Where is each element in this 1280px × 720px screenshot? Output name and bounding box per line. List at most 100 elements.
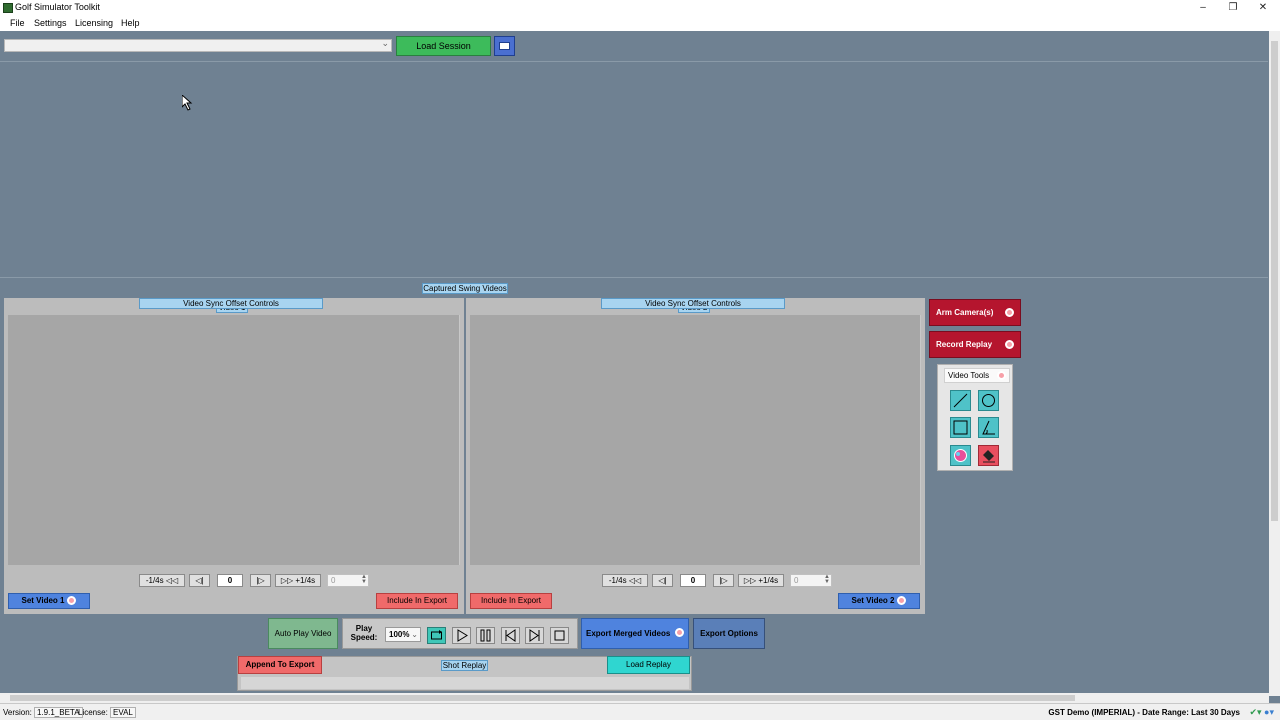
minimize-icon[interactable]: –: [1188, 0, 1218, 16]
back-quarter-label: -1/4s: [608, 576, 627, 585]
record-icon: [1005, 340, 1014, 349]
shot-replay-area[interactable]: [241, 677, 689, 689]
stop-icon[interactable]: [550, 627, 569, 644]
rectangle-tool-icon[interactable]: [950, 417, 971, 438]
arm-cameras-button[interactable]: Arm Camera(s): [929, 299, 1021, 326]
eraser-icon[interactable]: [978, 445, 999, 466]
record-icon: [997, 371, 1006, 380]
id-card-button[interactable]: [494, 36, 515, 56]
video-2-panel: Video 2 -1/4s ◁◁ ◁| 0 |▷ ▷▷ +1/4s 0 ▲▼: [466, 298, 925, 614]
version-value: 1.9.1_BETA: [34, 707, 83, 718]
auto-play-video-button[interactable]: Auto Play Video: [268, 618, 338, 649]
play-speed-label: Play Speed:: [350, 624, 378, 642]
color-picker-icon[interactable]: [950, 445, 971, 466]
video-1-sync-controls[interactable]: Video Sync Offset Controls: [139, 298, 323, 309]
menu-bar: File Settings Licensing Help: [0, 16, 1280, 31]
record-icon: [67, 596, 77, 606]
license-label: License:: [78, 708, 108, 717]
step-forward-icon[interactable]: [525, 627, 544, 644]
video-1-nav: -1/4s ◁◁ ◁| 0 |▷ ▷▷ +1/4s 0 ▲ ▼: [139, 574, 379, 587]
load-replay-button[interactable]: Load Replay: [607, 656, 690, 674]
video-1-fwd-quarter-button[interactable]: ▷▷ +1/4s: [275, 574, 321, 587]
export-merged-label: Export Merged Videos: [586, 629, 671, 638]
app-icon: [3, 3, 13, 13]
append-to-export-button[interactable]: Append To Export: [238, 656, 322, 674]
record-replay-label: Record Replay: [936, 340, 993, 349]
step-back-icon[interactable]: [501, 627, 520, 644]
loop-icon[interactable]: [427, 627, 446, 644]
pause-icon[interactable]: [476, 627, 495, 644]
video-1-back-quarter-button[interactable]: -1/4s ◁◁: [139, 574, 185, 587]
session-area: [0, 61, 1268, 278]
video-2-offset-spinner[interactable]: 0 ▲ ▼: [790, 574, 832, 587]
video-2-next-frame-icon[interactable]: |▷: [713, 574, 734, 587]
playback-controls: Play Speed: 100% ⌄: [342, 618, 578, 649]
vertical-scrollbar[interactable]: [1269, 31, 1280, 696]
spinner-arrows-icon: ▲ ▼: [824, 574, 830, 585]
fwd-quarter-label: +1/4s: [758, 576, 779, 585]
menu-help[interactable]: Help: [121, 18, 140, 28]
video-1-screen[interactable]: [8, 315, 460, 565]
video-2-screen[interactable]: [470, 315, 921, 565]
close-icon[interactable]: ✕: [1248, 0, 1278, 16]
video-2-nav: -1/4s ◁◁ ◁| 0 |▷ ▷▷ +1/4s 0 ▲ ▼: [602, 574, 842, 587]
chevron-down-icon: ⌄: [381, 38, 389, 48]
restore-icon[interactable]: ❐: [1218, 0, 1248, 16]
status-check-icon: ✔▾ ●▾: [1249, 707, 1274, 717]
chevron-down-icon: ⌄: [411, 630, 418, 639]
line-tool-icon[interactable]: [950, 390, 971, 411]
play-icon[interactable]: [452, 627, 471, 644]
video-1-prev-frame-icon[interactable]: ◁|: [189, 574, 210, 587]
menu-licensing[interactable]: Licensing: [75, 18, 113, 28]
angle-tool-icon[interactable]: [978, 417, 999, 438]
set-video-2-button[interactable]: Set Video 2: [838, 593, 920, 609]
shot-replay-label: Shot Replay: [441, 660, 488, 671]
menu-settings[interactable]: Settings: [34, 18, 67, 28]
arm-cameras-label: Arm Camera(s): [936, 308, 994, 317]
record-icon: [1005, 308, 1014, 317]
id-card-icon: [499, 42, 510, 50]
back-quarter-label: -1/4s: [145, 576, 164, 585]
export-options-button[interactable]: Export Options: [693, 618, 765, 649]
set-video-1-label: Set Video 1: [21, 596, 65, 605]
status-bar: Version: 1.9.1_BETA License: EVAL GST De…: [0, 703, 1280, 720]
circle-tool-icon[interactable]: [978, 390, 999, 411]
menu-file[interactable]: File: [10, 18, 25, 28]
video-1-offset-spinner[interactable]: 0 ▲ ▼: [327, 574, 369, 587]
license-value: EVAL: [110, 707, 136, 718]
set-video-1-button[interactable]: Set Video 1: [8, 593, 90, 609]
export-merged-videos-button[interactable]: Export Merged Videos: [581, 618, 689, 649]
video-1-next-frame-icon[interactable]: |▷: [250, 574, 271, 587]
include-in-export-2-button[interactable]: Include In Export: [470, 593, 552, 609]
include-in-export-1-button[interactable]: Include In Export: [376, 593, 458, 609]
vertical-scroll-thumb[interactable]: [1271, 41, 1278, 521]
video-tools-toggle[interactable]: Video Tools: [944, 368, 1010, 383]
video-2-back-quarter-button[interactable]: -1/4s ◁◁: [602, 574, 648, 587]
video-1-panel: Video 1 -1/4s ◁◁ ◁| 0 |▷ ▷▷ +1/4s 0 ▲▼: [4, 298, 464, 614]
load-session-button[interactable]: Load Session: [396, 36, 491, 56]
video-2-sync-controls[interactable]: Video Sync Offset Controls: [601, 298, 785, 309]
video-tools-label: Video Tools: [948, 371, 990, 380]
video-1-frame-field[interactable]: 0: [217, 574, 243, 587]
speed-dropdown[interactable]: 100% ⌄: [385, 627, 421, 642]
speed-value: 100%: [389, 630, 410, 639]
record-replay-button[interactable]: Record Replay: [929, 331, 1021, 358]
video-2-frame-field[interactable]: 0: [680, 574, 706, 587]
video-2-prev-frame-icon[interactable]: ◁|: [652, 574, 673, 587]
session-dropdown[interactable]: ⌄: [4, 38, 392, 52]
offset-value: 0: [794, 576, 799, 585]
record-icon: [675, 628, 684, 637]
set-video-2-label: Set Video 2: [851, 596, 895, 605]
spinner-arrows-icon: ▲ ▼: [361, 574, 367, 585]
title-bar: Golf Simulator Toolkit – ❐ ✕: [0, 0, 1280, 16]
horizontal-scrollbar[interactable]: [0, 693, 1269, 703]
window-title: Golf Simulator Toolkit: [15, 2, 100, 12]
video-tools-panel: Video Tools: [937, 364, 1013, 471]
video-2-fwd-quarter-button[interactable]: ▷▷ +1/4s: [738, 574, 784, 587]
fwd-quarter-label: +1/4s: [295, 576, 316, 585]
status-info: GST Demo (IMPERIAL) - Date Range: Last 3…: [1048, 708, 1240, 717]
captured-swing-videos-label: Captured Swing Videos: [422, 283, 508, 294]
horizontal-scroll-thumb[interactable]: [10, 695, 1075, 701]
record-icon: [897, 596, 907, 606]
offset-value: 0: [331, 576, 336, 585]
